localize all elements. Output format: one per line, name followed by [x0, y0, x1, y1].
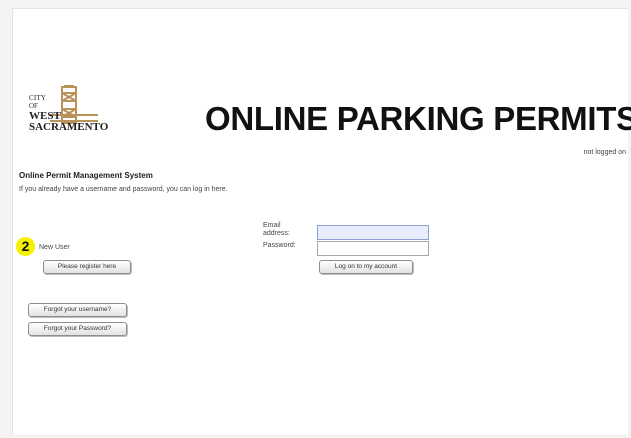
logo-of-text: OF — [29, 102, 38, 110]
email-field[interactable] — [317, 225, 429, 240]
forgot-password-button[interactable]: Forgot your Password? — [28, 322, 127, 336]
password-label: Password: — [263, 242, 296, 249]
section-heading: Online Permit Management System — [19, 171, 153, 180]
forgot-username-button[interactable]: Forgot your username? — [28, 303, 127, 317]
page-title: ONLINE PARKING PERMITS — [205, 100, 631, 137]
city-logo: CITY OF WEST SACRAMENTO — [29, 85, 121, 141]
logo-sacramento-text: SACRAMENTO — [29, 121, 109, 133]
page-container: CITY OF WEST SACRAMENTO ONLINE PARKING P… — [12, 8, 631, 435]
logo-city-text: CITY — [29, 94, 47, 102]
logon-button[interactable]: Log on to my account — [319, 260, 413, 274]
new-user-label: New User — [39, 244, 70, 251]
register-button[interactable]: Please register here — [43, 260, 131, 274]
password-field[interactable] — [317, 241, 429, 256]
login-status: not logged on — [583, 149, 626, 156]
email-label: Email address: — [263, 222, 290, 237]
intro-text: If you already have a username and passw… — [19, 186, 228, 193]
step-number-badge: 2 — [16, 237, 35, 256]
